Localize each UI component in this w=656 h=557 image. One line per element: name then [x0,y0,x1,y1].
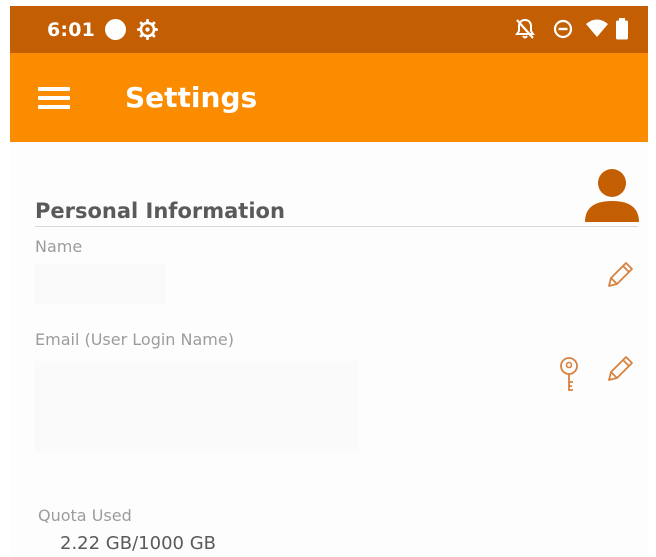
page-title: Settings [125,81,258,114]
email-label: Email (User Login Name) [35,330,234,349]
phone-screen: 6:01 Settings Personal Information Name … [10,6,648,557]
quota-label: Quota Used [38,506,132,525]
quota-value: 2.22 GB/1000 GB [60,533,216,554]
key-icon[interactable] [556,356,582,397]
status-bar: 6:01 [10,6,648,53]
battery-icon [615,18,629,45]
wifi-icon [585,18,609,45]
notifications-off-icon [515,18,535,45]
edit-email-pencil-icon[interactable] [602,353,636,392]
name-value [35,264,165,304]
section-title-personal-information: Personal Information [35,199,285,223]
person-icon[interactable] [584,167,640,228]
do-not-disturb-icon [553,18,573,45]
email-value [35,361,358,451]
status-time: 6:01 [47,19,96,41]
edit-name-pencil-icon[interactable] [602,259,636,298]
record-dot-icon [105,19,126,40]
section-divider [35,226,638,227]
app-bar: Settings [10,53,648,142]
hamburger-menu-icon[interactable] [38,87,70,109]
name-label: Name [35,237,83,256]
settings-gear-icon [136,18,159,45]
